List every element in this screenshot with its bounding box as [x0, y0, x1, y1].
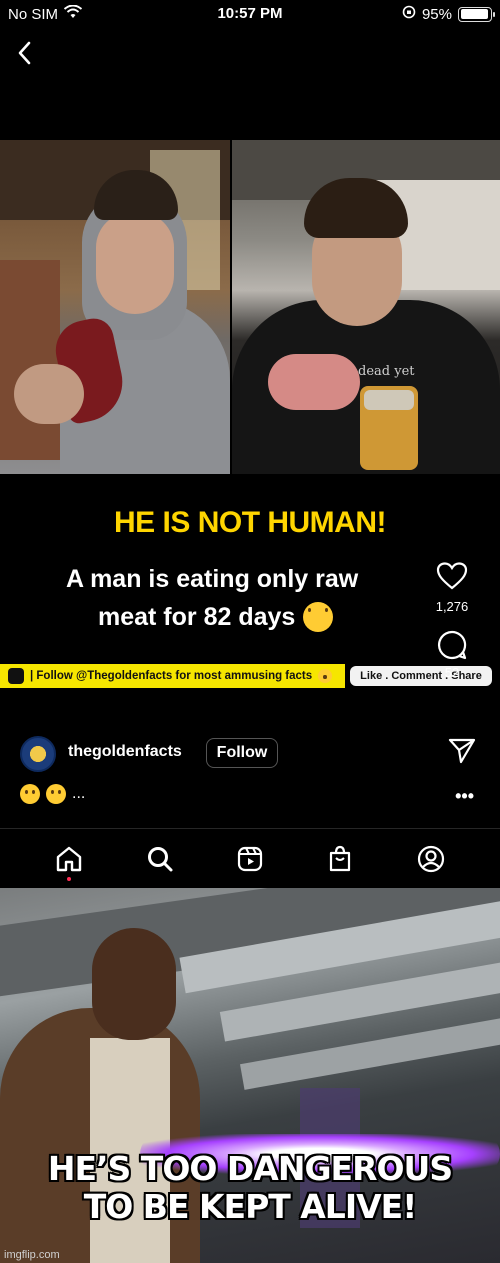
search-icon [147, 847, 173, 872]
follow-promo-strip: | Follow @Thegoldenfacts for most ammusi… [0, 664, 345, 688]
meme-caption: HE’S TOO DANGEROUS TO BE KEPT ALIVE! [0, 1150, 500, 1226]
tab-divider [0, 828, 500, 829]
post-caption[interactable]: ... [20, 784, 85, 804]
orientation-lock-icon [402, 5, 416, 23]
video-headline: HE IS NOT HUMAN! [114, 506, 387, 539]
avatar[interactable] [20, 736, 56, 772]
like-button[interactable] [422, 562, 482, 593]
comment-icon [437, 630, 467, 660]
post-author-row: thegoldenfacts Follow [0, 730, 500, 774]
tab-shop[interactable] [320, 839, 360, 879]
meme-caption-line-1: HE’S TOO DANGEROUS [47, 1149, 453, 1188]
meme-image: HE’S TOO DANGEROUS TO BE KEPT ALIVE! img… [0, 888, 500, 1263]
profile-icon [417, 845, 444, 873]
follow-promo-text: | Follow @Thegoldenfacts for most ammusi… [30, 670, 313, 682]
tab-reels[interactable] [230, 839, 270, 879]
caption-more: ... [72, 785, 86, 802]
tab-search[interactable] [140, 839, 180, 879]
video-still-right: dead yet [232, 140, 500, 474]
heart-icon [436, 562, 468, 590]
woozy-face-emoji [303, 602, 334, 632]
status-right: 95% [402, 5, 495, 23]
imgflip-watermark: imgflip.com [4, 1249, 60, 1261]
video-subline-2: meat for 82 days [98, 603, 296, 631]
chevron-left-icon [18, 41, 31, 65]
battery-fill [460, 9, 489, 19]
follow-button[interactable]: Follow [206, 738, 278, 768]
reels-icon [237, 846, 263, 872]
video-still-left [0, 140, 230, 474]
share-button[interactable] [448, 738, 476, 769]
shirt-text: dead yet [358, 364, 415, 379]
instagram-icon [8, 668, 24, 684]
send-icon [448, 738, 476, 764]
nerd-face-emoji [318, 669, 333, 683]
video-subline-1: A man is eating only raw [66, 565, 359, 593]
bottom-tab-bar [0, 830, 500, 888]
comment-button[interactable] [422, 630, 482, 663]
back-button[interactable] [16, 38, 44, 68]
battery-icon [458, 6, 495, 22]
tab-home[interactable] [49, 839, 89, 881]
username[interactable]: thegoldenfacts [68, 743, 182, 761]
more-options-button[interactable]: ••• [455, 786, 474, 807]
tab-profile[interactable] [411, 839, 451, 879]
notification-dot [67, 877, 72, 881]
home-icon [56, 846, 82, 872]
woozy-face-emoji [46, 784, 66, 804]
flushed-face-emoji [20, 784, 40, 804]
like-count: 1,276 [435, 599, 469, 614]
shop-bag-icon [330, 845, 351, 872]
meme-caption-line-2: TO BE KEPT ALIVE! [83, 1187, 418, 1226]
video-subline-2-row: meat for 82 days [98, 598, 388, 636]
side-actions: 1,276 52 [422, 562, 482, 680]
status-bar: No SIM 10:57 PM 95% [0, 0, 500, 28]
comment-count: 52 [444, 665, 460, 680]
battery-percent: 95% [421, 5, 452, 23]
